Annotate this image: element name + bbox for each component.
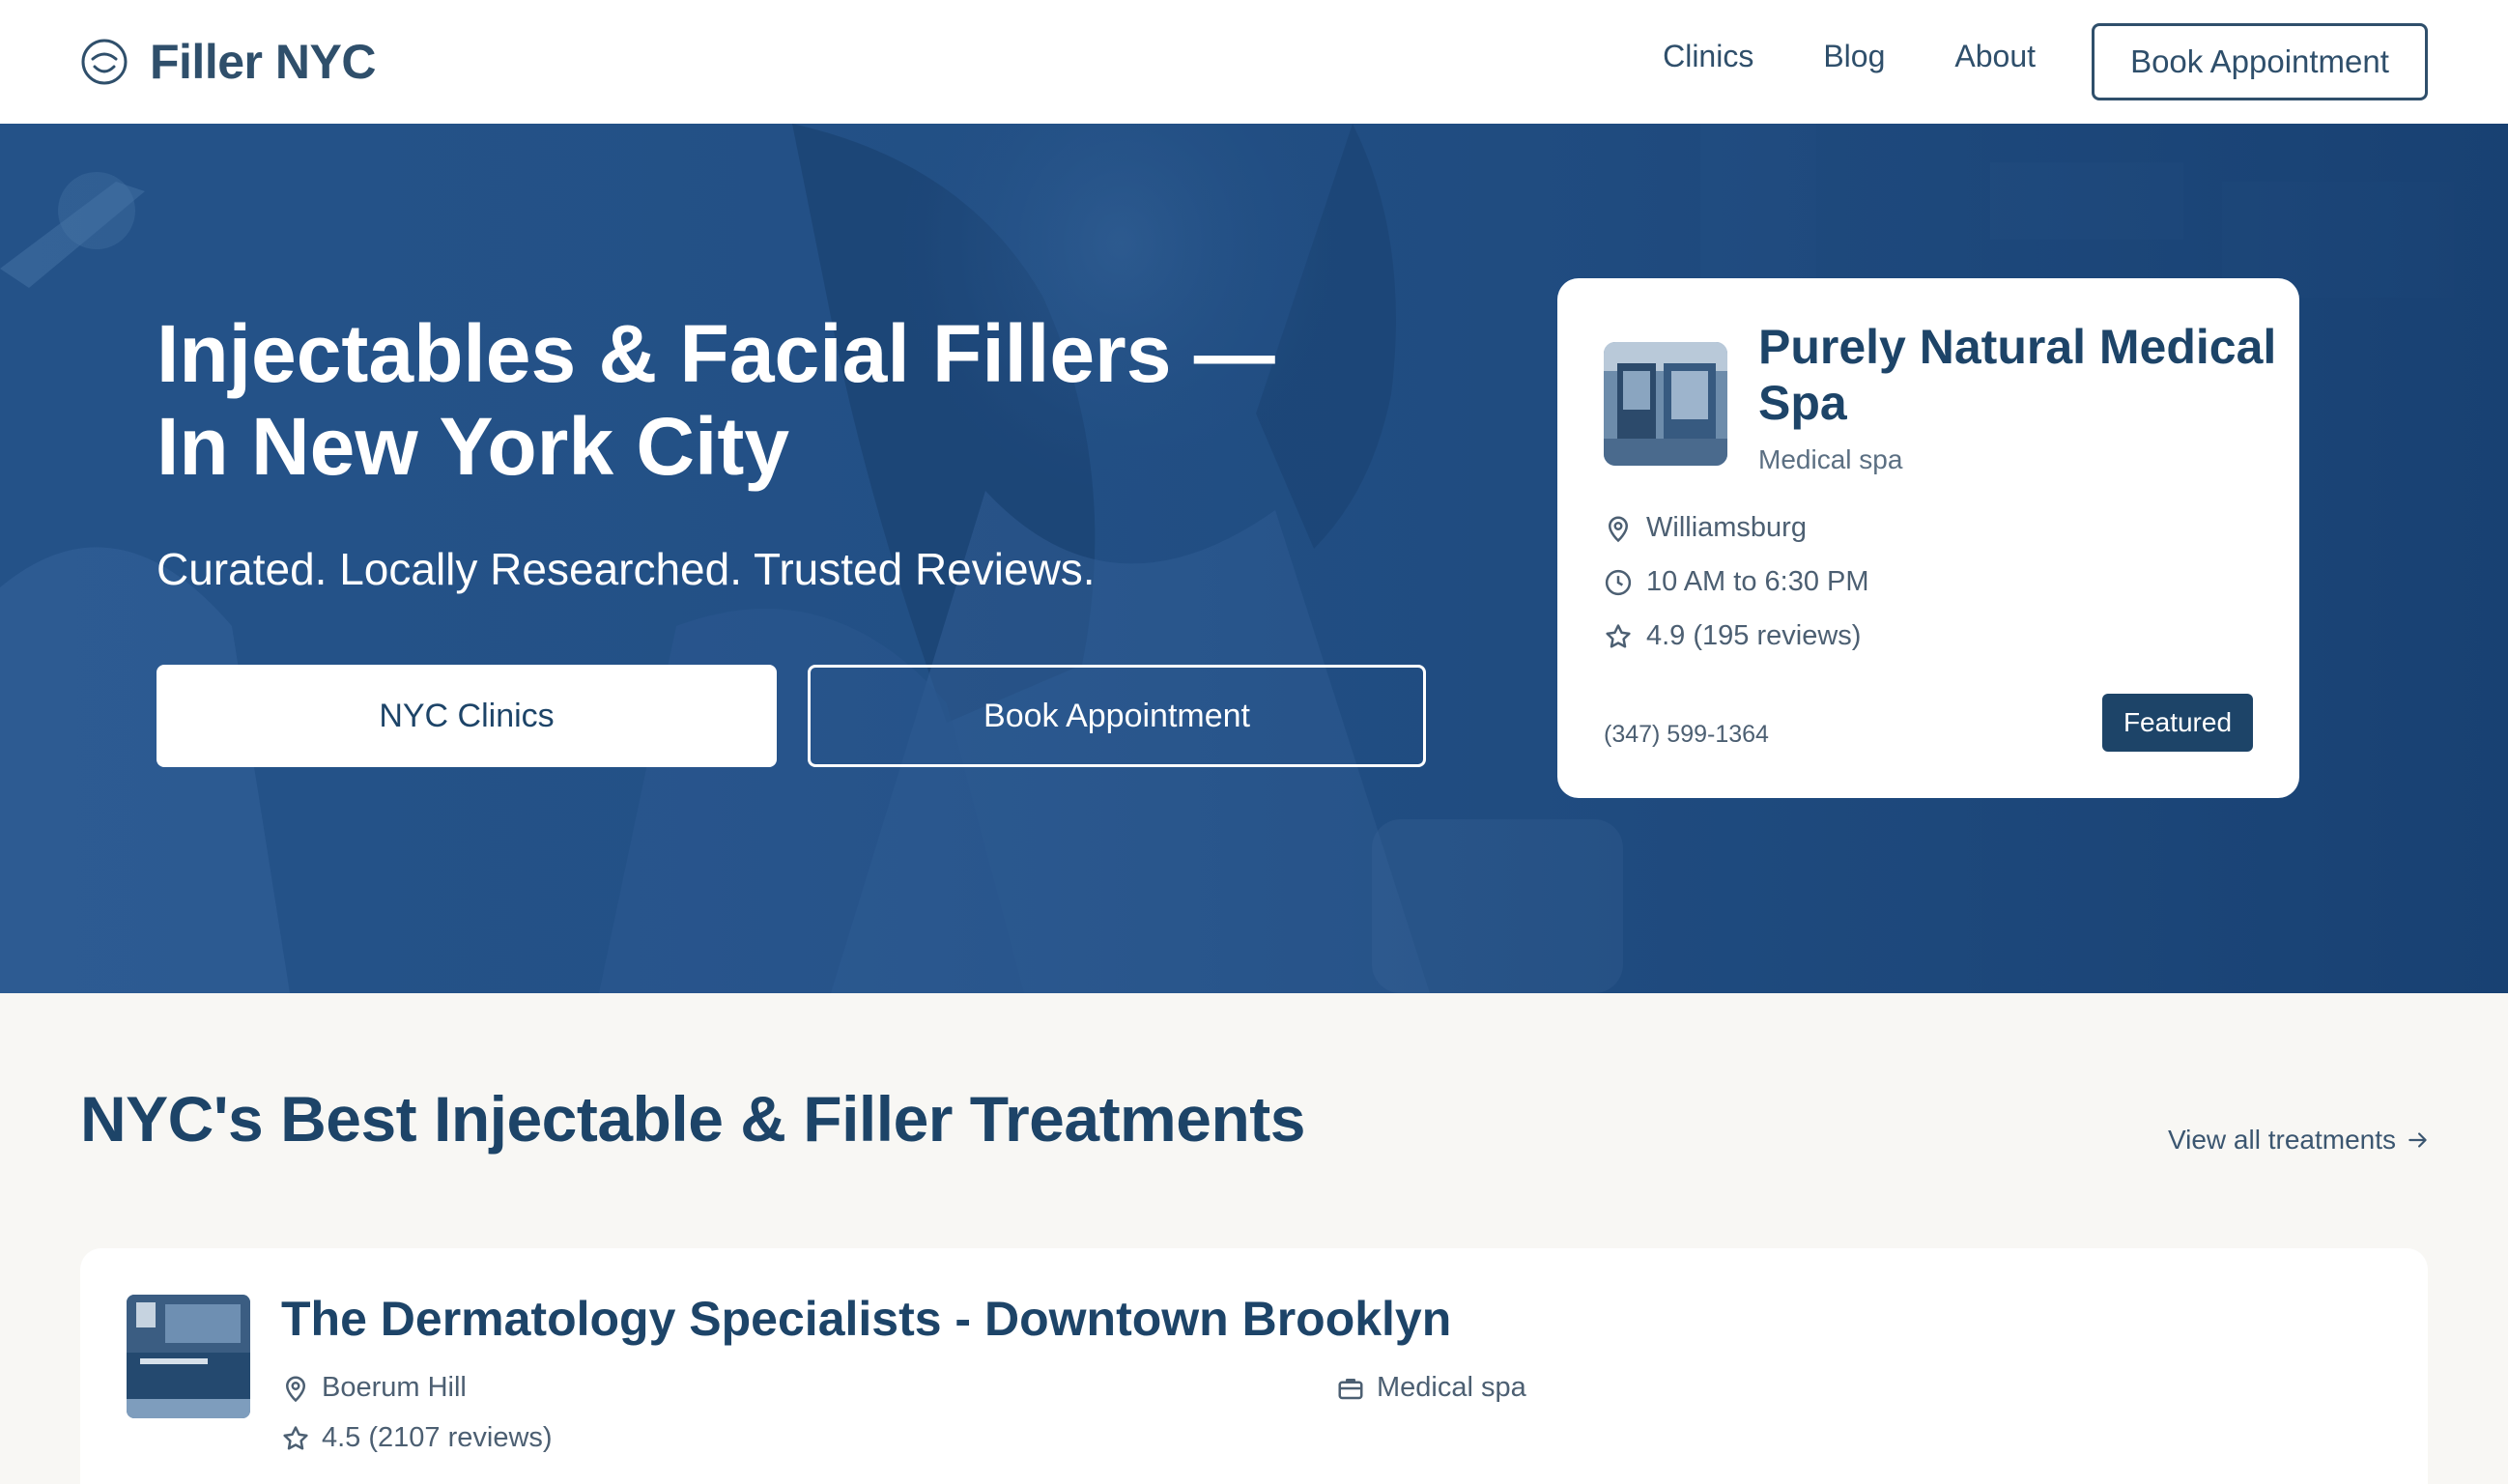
featured-rating-row: 4.9 (195 reviews) xyxy=(1604,620,1861,652)
brand-name: Filler NYC xyxy=(150,35,376,89)
clinic-type-row: Medical spa xyxy=(1336,1372,1526,1404)
hero-title-line-2: In New York City xyxy=(157,401,790,492)
featured-clinic-thumbnail xyxy=(1604,342,1727,466)
site-header: Filler NYC Clinics Blog About Book Appoi… xyxy=(0,0,2508,124)
star-icon xyxy=(283,1425,308,1449)
map-pin-icon xyxy=(285,1376,306,1402)
arrow-right-icon xyxy=(2408,1132,2427,1148)
hero-section: Injectables & Facial Fillers — In New Yo… xyxy=(0,124,2508,993)
featured-hours-row: 10 AM to 6:30 PM xyxy=(1604,566,1869,598)
main-nav: Clinics Blog About Book Appointment xyxy=(1663,23,2428,100)
view-all-treatments-link[interactable]: View all treatments xyxy=(2168,1125,2431,1156)
hero-title: Injectables & Facial Fillers — In New Yo… xyxy=(157,307,1316,493)
nyc-clinics-button[interactable]: NYC Clinics xyxy=(157,665,777,767)
hero-book-appointment-button[interactable]: Book Appointment xyxy=(808,665,1426,767)
nav-link-about[interactable]: About xyxy=(1954,39,2036,74)
clinic-card[interactable]: The Dermatology Specialists - Downtown B… xyxy=(80,1248,2428,1484)
featured-phone[interactable]: (347) 599-1364 xyxy=(1604,721,1769,749)
featured-location: Williamsburg xyxy=(1646,512,1807,543)
featured-badge: Featured xyxy=(2102,694,2253,752)
featured-clinic-name: Purely Natural Medical Spa xyxy=(1758,320,2277,430)
star-icon xyxy=(1606,623,1631,647)
clinic-name[interactable]: The Dermatology Specialists - Downtown B… xyxy=(281,1291,1451,1347)
featured-rating: 4.9 (195 reviews) xyxy=(1646,620,1862,651)
briefcase-icon xyxy=(1338,1378,1363,1399)
featured-clinic-card[interactable]: Purely Natural Medical Spa Medical spa W… xyxy=(1557,278,2299,798)
clinic-neighborhood: Boerum Hill xyxy=(322,1372,467,1403)
hero-subtitle: Curated. Locally Researched. Trusted Rev… xyxy=(157,544,1096,594)
view-all-label: View all treatments xyxy=(2167,1125,2396,1155)
clinic-rating-row: 4.5 (2107 reviews) xyxy=(281,1422,553,1454)
brand-logo-link[interactable]: Filler NYC xyxy=(80,34,376,90)
clinic-thumbnail xyxy=(127,1295,250,1418)
clinic-type: Medical spa xyxy=(1377,1372,1526,1403)
nav-link-blog[interactable]: Blog xyxy=(1823,39,1885,74)
featured-clinic-type: Medical spa xyxy=(1758,444,1903,474)
hero-title-line-1: Injectables & Facial Fillers — xyxy=(157,308,1275,399)
featured-location-row: Williamsburg xyxy=(1604,512,1807,544)
face-circle-icon xyxy=(81,39,128,85)
clinic-rating: 4.5 (2107 reviews) xyxy=(322,1422,553,1453)
nav-link-clinics[interactable]: Clinics xyxy=(1663,39,1753,74)
clock-icon xyxy=(1605,569,1632,595)
map-pin-icon xyxy=(1608,516,1629,542)
header-book-appointment-button[interactable]: Book Appointment xyxy=(2092,23,2428,100)
clinic-location-row: Boerum Hill xyxy=(281,1372,467,1404)
featured-hours: 10 AM to 6:30 PM xyxy=(1646,566,1869,597)
section-title: NYC's Best Injectable & Filler Treatment… xyxy=(80,1083,1305,1155)
